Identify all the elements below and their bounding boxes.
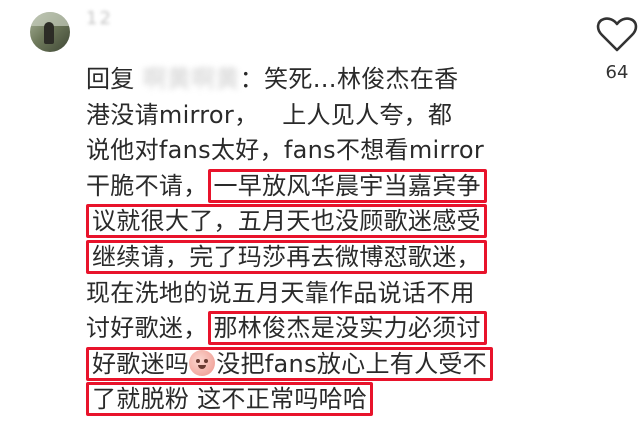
highlight-box: 那林俊杰是没实力必须讨 <box>207 311 487 346</box>
comment-line: 回复 啊黄啊黄：笑死…林俊杰在香 <box>86 62 586 98</box>
username[interactable]: 12 <box>86 8 113 29</box>
highlight-box: 好歌迷吗 没把fans放心上有人受不 <box>86 346 493 381</box>
comment-line: 港没请mirror， 上人见人夸，都 <box>86 98 586 134</box>
comment-text: 回复 啊黄啊黄：笑死…林俊杰在香 港没请mirror， 上人见人夸，都 说他对f… <box>86 62 586 418</box>
avatar-figure <box>44 22 54 44</box>
line-segment: 干脆不请， <box>86 171 208 200</box>
reply-prefix: 回复 <box>86 65 135 93</box>
reply-target[interactable]: 啊黄啊黄 <box>143 65 240 93</box>
comment-line: 现在洗地的说五月天靠作品说话不用 <box>86 276 586 312</box>
line-segment: 港没请mirror， <box>86 100 259 129</box>
highlight-box: 了就脱粉 这不正常吗哈哈 <box>86 382 374 417</box>
comment-line: 议就很大了，五月天也没顾歌迷感受 <box>86 204 586 240</box>
comment-line: 讨好歌迷， 那林俊杰是没实力必须讨 <box>86 311 586 347</box>
heart-icon[interactable] <box>594 14 640 54</box>
comment-line: 了就脱粉 这不正常吗哈哈 <box>86 382 586 418</box>
comment-line: 好歌迷吗 没把fans放心上有人受不 <box>86 346 586 383</box>
line-segment: ：笑死…林俊杰在香 <box>239 65 459 93</box>
peach-face-emoji-icon <box>189 349 216 376</box>
line-segment: 说他对fans太好，fans不想看mirror <box>86 136 485 165</box>
comment-line: 说他对fans太好，fans不想看mirror <box>86 133 586 169</box>
comment-line: 继续请，完了玛莎再去微博怼歌迷， <box>86 239 586 276</box>
highlight-text: 没把fans放心上有人受不 <box>216 349 487 378</box>
line-segment: 讨好歌迷， <box>86 314 208 343</box>
highlight-box: 继续请，完了玛莎再去微博怼歌迷， <box>86 239 487 274</box>
line-segment: 上人见人夸，都 <box>282 100 453 129</box>
highlight-box: 一早放风华晨宇当嘉宾争 <box>207 168 487 203</box>
comment-line: 干脆不请， 一早放风华晨宇当嘉宾争 <box>86 168 586 205</box>
like-count: 64 <box>605 62 629 83</box>
masked-text <box>258 101 282 129</box>
avatar[interactable] <box>30 12 70 52</box>
highlight-box: 议就很大了，五月天也没顾歌迷感受 <box>86 204 487 239</box>
line-segment: 现在洗地的说五月天靠作品说话不用 <box>86 278 475 307</box>
highlight-text: 好歌迷吗 <box>92 349 190 378</box>
